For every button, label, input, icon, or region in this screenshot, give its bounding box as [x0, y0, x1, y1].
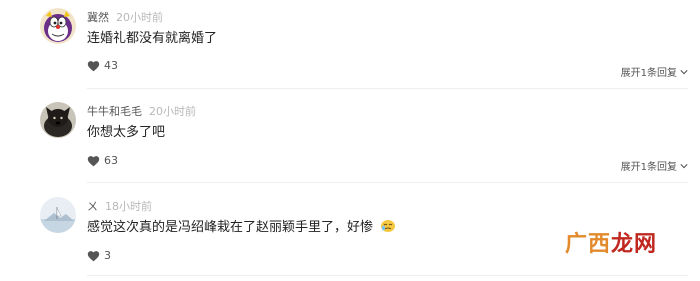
- comment-text: 连婚礼都没有就离婚了: [87, 31, 218, 46]
- dog-avatar-icon: [40, 102, 76, 138]
- avatar[interactable]: [40, 197, 76, 233]
- like-button[interactable]: 3: [87, 249, 111, 262]
- watermark-part-1: 广西: [565, 231, 612, 257]
- username[interactable]: 冀然: [87, 11, 109, 24]
- expand-replies-label: 展开1条回复: [620, 162, 677, 173]
- username[interactable]: ㄨ: [87, 200, 98, 213]
- watermark-part-2: 龙网: [611, 231, 658, 257]
- heart-icon: [87, 60, 100, 71]
- watermark-logo: 广西龙网: [565, 231, 657, 257]
- chevron-down-icon: [680, 163, 688, 168]
- comment-text: 你想太多了吧: [87, 125, 166, 140]
- crying-emoji-icon: [381, 220, 396, 232]
- timestamp: 20小时前: [116, 11, 163, 24]
- like-count: 63: [104, 154, 118, 167]
- like-count: 3: [104, 249, 111, 262]
- expand-replies-label: 展开1条回复: [620, 68, 677, 79]
- comment-item: 牛牛和毛毛 20小时前 你想太多了吧 63 展开1条回复: [0, 94, 700, 184]
- comment-text: 感觉这次真的是冯绍峰栽在了赵丽颖手里了，好惨: [87, 219, 396, 237]
- landscape-avatar-icon: [40, 197, 76, 233]
- username[interactable]: 牛牛和毛毛: [87, 105, 142, 118]
- timestamp: 20小时前: [149, 105, 196, 118]
- doraemon-avatar-icon: [40, 8, 76, 44]
- avatar[interactable]: [40, 8, 76, 44]
- like-count: 43: [104, 59, 118, 72]
- heart-icon: [87, 250, 100, 261]
- timestamp: 18小时前: [105, 200, 152, 213]
- like-button[interactable]: 43: [87, 59, 118, 72]
- expand-replies-button[interactable]: 展开1条回复: [621, 158, 688, 173]
- avatar[interactable]: [40, 102, 76, 138]
- like-button[interactable]: 63: [87, 154, 118, 167]
- expand-replies-button[interactable]: 展开1条回复: [621, 64, 688, 79]
- heart-icon: [87, 155, 100, 166]
- comment-item: 冀然 20小时前 连婚礼都没有就离婚了 43 展开1条回复: [0, 0, 700, 94]
- divider: [87, 182, 688, 183]
- chevron-down-icon: [680, 69, 688, 74]
- divider: [87, 275, 688, 276]
- comment-text-body: 感觉这次真的是冯绍峰栽在了赵丽颖手里了，好惨: [87, 220, 374, 235]
- divider: [87, 88, 688, 89]
